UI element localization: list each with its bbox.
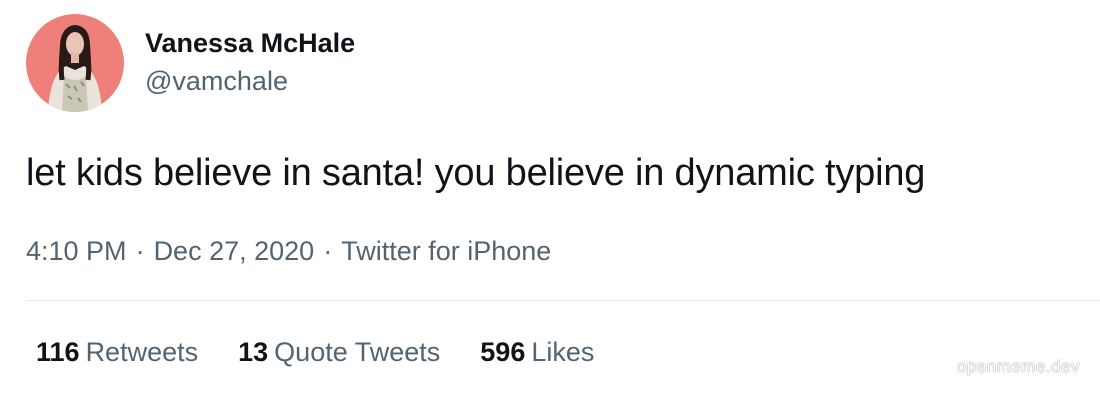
divider bbox=[26, 300, 1100, 301]
likes-label: Likes bbox=[531, 337, 595, 367]
tweet-date[interactable]: Dec 27, 2020 bbox=[154, 236, 315, 266]
retweets-count: 116 bbox=[36, 337, 80, 367]
author-info: Vanessa McHale @vamchale bbox=[145, 24, 355, 100]
tweet-card: Vanessa McHale @vamchale let kids believ… bbox=[0, 0, 1100, 394]
avatar-image bbox=[26, 14, 124, 112]
quote-tweets-stat[interactable]: 13 Quote Tweets bbox=[238, 333, 440, 371]
meta-separator: · bbox=[323, 236, 333, 266]
tweet-stats: 116 Retweets 13 Quote Tweets 596 Likes bbox=[36, 333, 634, 371]
retweets-stat[interactable]: 116 Retweets bbox=[36, 333, 198, 371]
quotes-count: 13 bbox=[238, 337, 269, 367]
likes-count: 596 bbox=[480, 337, 526, 367]
meta-separator: · bbox=[135, 236, 145, 266]
tweet-text: let kids believe in santa! you believe i… bbox=[26, 152, 926, 194]
retweets-label: Retweets bbox=[85, 337, 199, 367]
likes-stat[interactable]: 596 Likes bbox=[480, 333, 594, 371]
quotes-label: Quote Tweets bbox=[274, 337, 441, 367]
display-name[interactable]: Vanessa McHale bbox=[145, 24, 355, 62]
tweet-meta: 4:10 PM · Dec 27, 2020 · Twitter for iPhone bbox=[26, 232, 551, 270]
watermark: openmeme.dev bbox=[956, 357, 1080, 376]
tweet-source[interactable]: Twitter for iPhone bbox=[341, 236, 551, 266]
avatar[interactable] bbox=[26, 14, 124, 112]
user-handle[interactable]: @vamchale bbox=[145, 62, 355, 100]
tweet-time[interactable]: 4:10 PM bbox=[26, 236, 127, 266]
